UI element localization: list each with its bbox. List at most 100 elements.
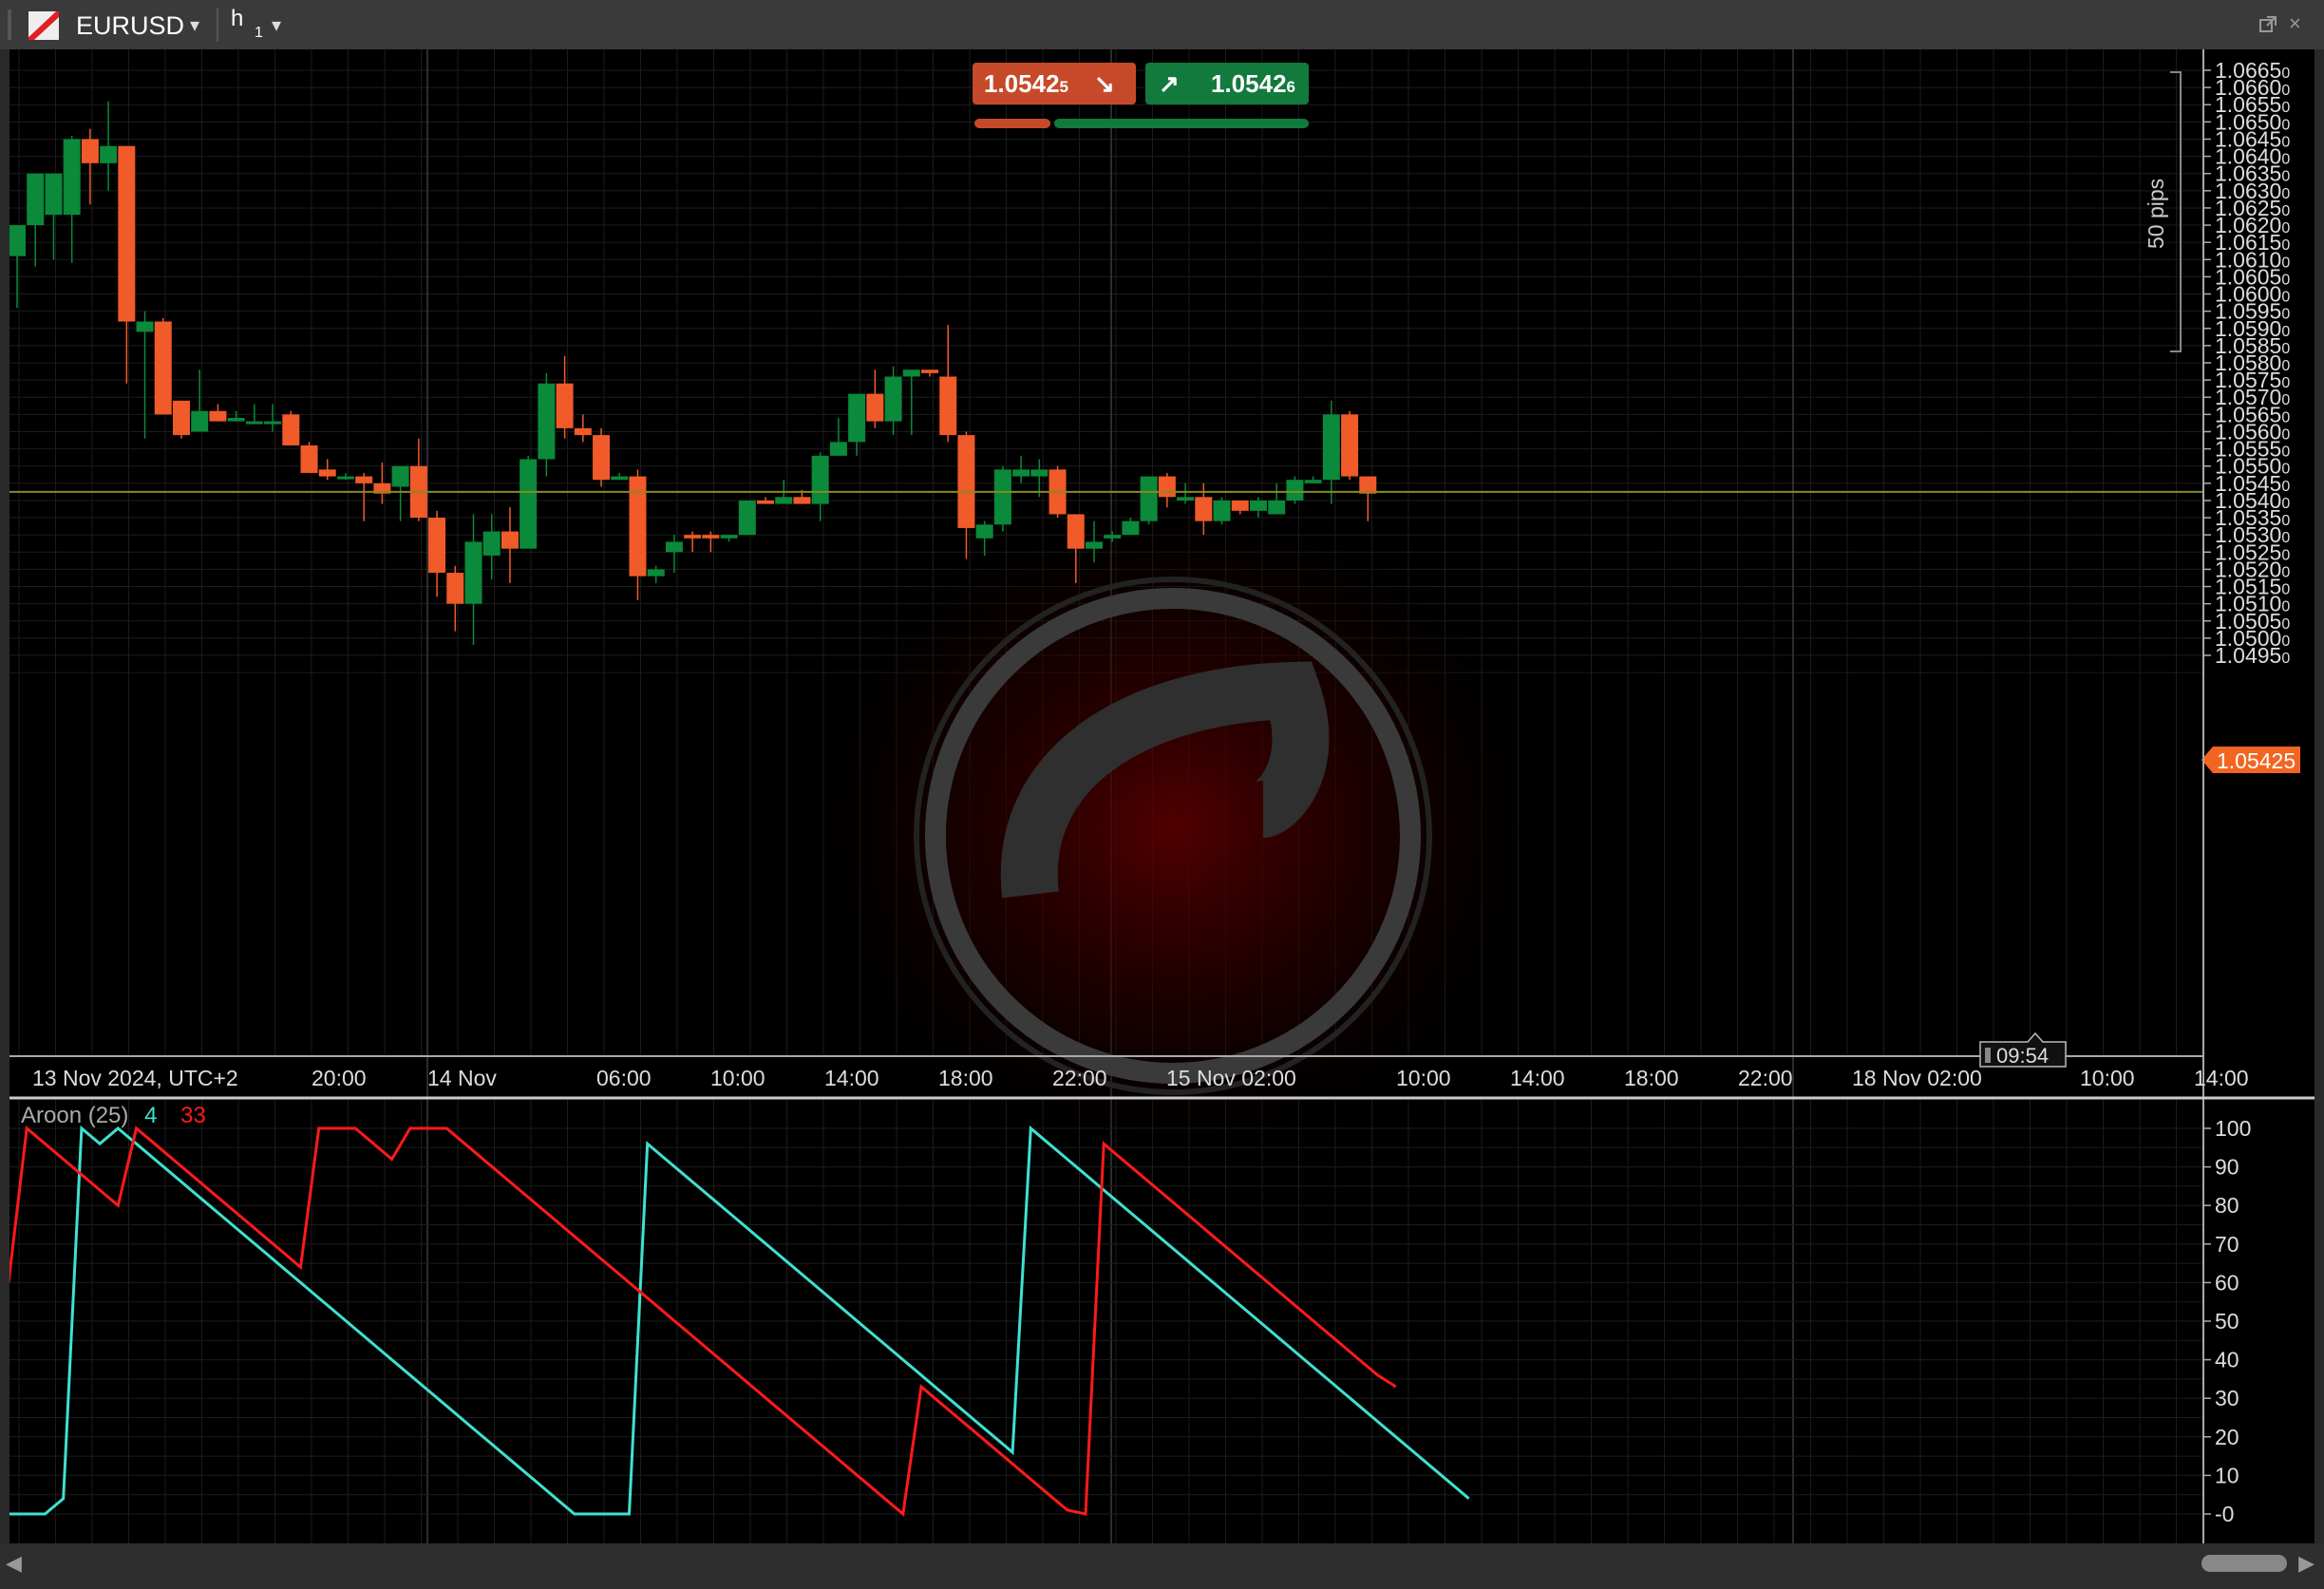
candle-body	[647, 569, 665, 577]
eurusd-flag-icon[interactable]	[28, 11, 59, 40]
candle-body	[829, 442, 847, 456]
candle	[172, 400, 190, 439]
candle	[556, 355, 574, 439]
candle	[538, 372, 556, 477]
candle-body	[209, 410, 227, 422]
price-tick-suffix: 0	[2281, 564, 2290, 580]
price-tick-suffix: 0	[2281, 445, 2290, 461]
candle-body	[957, 435, 975, 528]
candle	[574, 414, 592, 443]
price-tick-suffix: 0	[2281, 186, 2290, 202]
timeframe-selector[interactable]: h	[231, 6, 243, 32]
candle-body	[1249, 500, 1267, 511]
candle-body	[1012, 469, 1030, 477]
price-axis[interactable]: 1.066501.066001.065501.065001.064501.064…	[2203, 58, 2290, 668]
buy-button[interactable]: ↗ 1.05426	[1145, 63, 1309, 104]
time-tick-label: 22:00	[1052, 1066, 1107, 1090]
candle-body	[501, 531, 519, 549]
candle-body	[757, 500, 775, 504]
candle-body	[282, 414, 300, 445]
price-tick-suffix: 0	[2281, 134, 2290, 150]
candle-body	[866, 393, 884, 422]
price-tick-suffix: 0	[2281, 152, 2290, 168]
price-tick-suffix: 0	[2281, 324, 2290, 340]
candle	[1304, 476, 1322, 483]
candle-body	[27, 173, 45, 226]
price-tick-suffix: 0	[2281, 117, 2290, 133]
symbol-selector[interactable]: EURUSD	[76, 11, 184, 41]
arrow-up-right-icon: ↗	[1159, 69, 1180, 98]
candle	[209, 404, 227, 422]
toolbar-divider	[217, 8, 218, 42]
candle	[720, 535, 738, 542]
candle	[902, 369, 920, 436]
candle-body	[1304, 480, 1322, 483]
current-price-label: 1.05425	[2217, 748, 2296, 773]
candle	[373, 463, 391, 504]
chart-toolbar: EURUSD ▾ h 1 ▾ ×	[0, 0, 2324, 49]
candle-body	[574, 427, 592, 436]
candle	[593, 427, 611, 487]
candle-body	[921, 369, 938, 373]
candle-body	[191, 410, 209, 432]
aroon-down-value: 33	[180, 1103, 206, 1128]
scroll-right-icon[interactable]: ▶	[2298, 1551, 2315, 1576]
candle-body	[684, 535, 702, 539]
aroon-title[interactable]: Aroon (25)	[21, 1103, 128, 1128]
timeframe-dropdown-icon[interactable]: ▾	[272, 13, 281, 37]
candle	[464, 514, 482, 646]
aroon-legend[interactable]: Aroon (25) 4 33	[21, 1103, 206, 1128]
chart-area[interactable]: 1.06650 1.06600 1.06550 1.06500 1.06450 1.064…	[9, 49, 2315, 1543]
aroon-tick-label: 20	[2215, 1425, 2239, 1449]
candle-body	[1341, 414, 1359, 477]
candle-body	[593, 435, 611, 481]
candle	[1140, 476, 1158, 525]
candle-body	[811, 455, 829, 504]
candle	[520, 455, 538, 549]
current-price-badge: 1.05425	[2201, 747, 2300, 773]
candle	[1341, 410, 1359, 481]
price-tick-suffix: 0	[2281, 100, 2290, 116]
candle-body	[738, 500, 756, 536]
popout-icon[interactable]	[2258, 15, 2277, 34]
price-tick-suffix: 0	[2281, 237, 2290, 254]
candle	[227, 410, 245, 422]
price-tick-suffix: 0	[2281, 651, 2290, 667]
scroll-thumb[interactable]	[2201, 1555, 2287, 1572]
time-tick-label: 22:00	[1738, 1066, 1793, 1090]
aroon-axis: 100 90 80 70 60 50 40 30 20 10 -0	[2203, 1116, 2251, 1526]
timeframe-period[interactable]: 1	[255, 25, 263, 42]
close-icon[interactable]: ×	[2289, 11, 2301, 36]
candle	[829, 417, 847, 456]
candle	[811, 452, 829, 521]
candle-body	[1067, 514, 1085, 549]
candle	[81, 128, 99, 205]
time-tick-label: 10:00	[2080, 1066, 2135, 1090]
price-tick-suffix: 0	[2281, 375, 2290, 391]
candle	[100, 101, 118, 191]
chart-canvas[interactable]: 1.066501.066001.065501.065001.064501.064…	[9, 49, 2315, 1543]
candle-body	[702, 535, 720, 539]
price-tick-suffix: 0	[2281, 290, 2290, 306]
scroll-left-icon[interactable]: ◀	[6, 1551, 22, 1576]
candle	[264, 404, 282, 432]
price-tick-suffix: 0	[2281, 462, 2290, 478]
sell-button[interactable]: 1.05425 ↘	[973, 63, 1136, 104]
horizontal-scrollbar[interactable]: ◀ ▶	[0, 1543, 2324, 1589]
candle	[118, 145, 136, 384]
price-tick-suffix: 0	[2281, 358, 2290, 374]
pips-label: 50 pips	[2144, 179, 2168, 249]
candle-body	[1177, 497, 1195, 501]
aroon-tick-label: 100	[2215, 1116, 2251, 1141]
candle	[27, 173, 45, 267]
candle-body	[1195, 497, 1213, 521]
candle	[336, 472, 354, 481]
candle	[848, 393, 866, 456]
drag-handle[interactable]	[8, 9, 11, 40]
price-tick-suffix: 0	[2281, 496, 2290, 512]
candle	[866, 369, 884, 428]
candle-body	[81, 139, 99, 163]
candle	[391, 465, 409, 521]
price-tick-label: 1.04950	[2215, 643, 2290, 668]
symbol-dropdown-icon[interactable]: ▾	[190, 13, 199, 37]
